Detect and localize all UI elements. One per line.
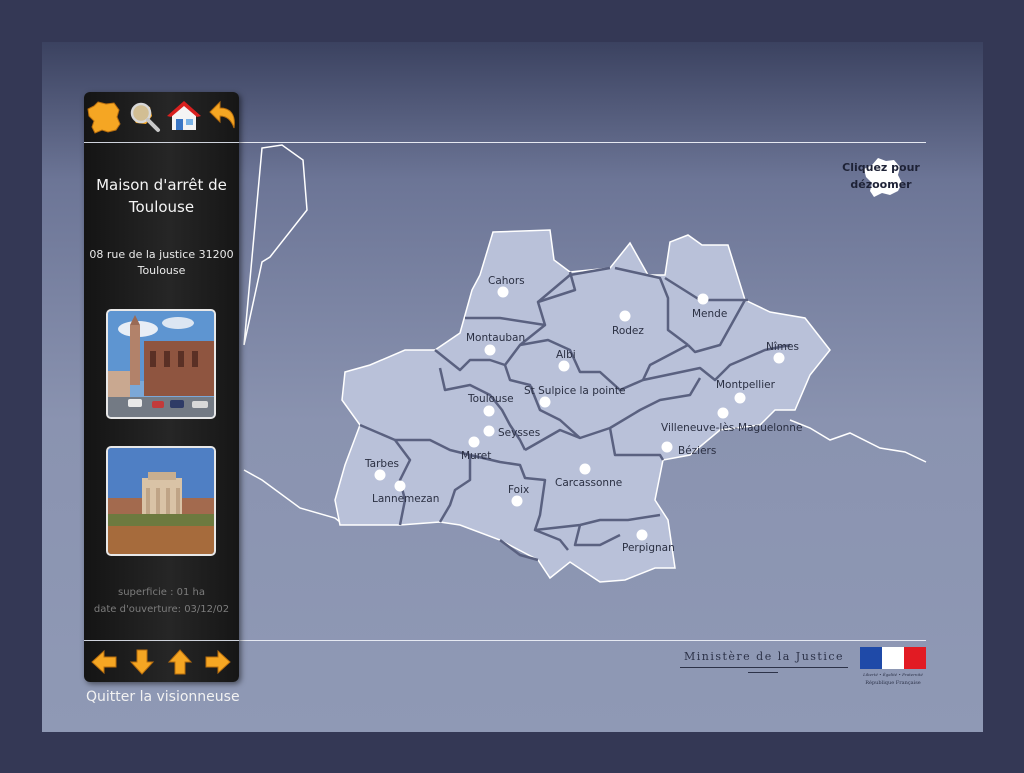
- border-south: [243, 469, 341, 523]
- french-flag-icon: [860, 647, 926, 669]
- region-shape: [334, 229, 831, 583]
- svg-text:Lannemezan: Lannemezan: [372, 493, 439, 505]
- prison-address: 08 rue de la justice 31200 Toulouse: [89, 248, 234, 277]
- svg-text:St Sulpice la pointe: St Sulpice la pointe: [524, 385, 625, 397]
- svg-text:Seysses: Seysses: [498, 427, 540, 439]
- svg-text:Nîmes: Nîmes: [766, 341, 799, 353]
- ministry-rule: [680, 667, 848, 668]
- opening-date-text: date d'ouverture: 03/12/02: [93, 604, 230, 615]
- sidebar-panel: Maison d'arrêt de Toulouse 08 rue de la …: [84, 92, 239, 682]
- rf-name: République Française: [865, 680, 921, 686]
- prison-info: superficie : 01 ha date d'ouverture: 03/…: [84, 584, 239, 618]
- dezoom-label-line1: Cliquez pour: [842, 161, 920, 174]
- prison-title: Maison d'arrêt de Toulouse: [96, 176, 227, 216]
- svg-text:Rodez: Rodez: [612, 325, 644, 337]
- photo-building[interactable]: [106, 446, 216, 556]
- svg-text:Muret: Muret: [461, 450, 491, 462]
- sidebar-top-separator: [84, 142, 239, 143]
- arrow-left-icon[interactable]: [90, 648, 118, 676]
- arrow-down-icon[interactable]: [128, 648, 156, 676]
- back-icon[interactable]: [204, 98, 240, 134]
- rf-motto: Liberté • Égalité • Fraternité: [863, 672, 923, 677]
- svg-text:Perpignan: Perpignan: [622, 542, 675, 554]
- quit-viewer-link[interactable]: Quitter la visionneuse: [86, 689, 240, 705]
- france-map-icon[interactable]: [86, 98, 122, 134]
- svg-text:Montauban: Montauban: [466, 332, 525, 344]
- arrow-up-icon[interactable]: [166, 648, 194, 676]
- svg-text:Toulouse: Toulouse: [467, 393, 514, 405]
- svg-text:Béziers: Béziers: [678, 445, 716, 457]
- coastline-west: [243, 144, 308, 346]
- photo-cathedral[interactable]: [106, 309, 216, 419]
- arrow-right-icon[interactable]: [204, 648, 232, 676]
- republique-francaise-logo: Liberté • Égalité • Fraternité Républiqu…: [860, 647, 926, 689]
- svg-text:Cahors: Cahors: [488, 275, 525, 287]
- sidebar-bottom-separator: [84, 640, 239, 641]
- svg-text:Mende: Mende: [692, 308, 727, 320]
- svg-text:Villeneuve-lès-Maguelonne: Villeneuve-lès-Maguelonne: [661, 422, 802, 434]
- ministry-rule-short: [748, 672, 778, 673]
- ministry-logo-text: Ministère de la Justice: [683, 650, 845, 663]
- svg-text:Montpellier: Montpellier: [716, 379, 776, 391]
- dezoom-button[interactable]: Cliquez pour dézoomer: [838, 155, 924, 203]
- coastline-east: [789, 419, 927, 463]
- svg-text:Foix: Foix: [508, 484, 529, 496]
- home-icon[interactable]: [166, 98, 202, 134]
- svg-text:Tarbes: Tarbes: [364, 458, 399, 470]
- zoom-search-icon[interactable]: [126, 98, 162, 134]
- dezoom-label-line2: dézoomer: [850, 178, 912, 191]
- svg-text:Albi: Albi: [556, 349, 576, 361]
- svg-text:Carcassonne: Carcassonne: [555, 477, 622, 489]
- surface-text: superficie : 01 ha: [118, 587, 205, 598]
